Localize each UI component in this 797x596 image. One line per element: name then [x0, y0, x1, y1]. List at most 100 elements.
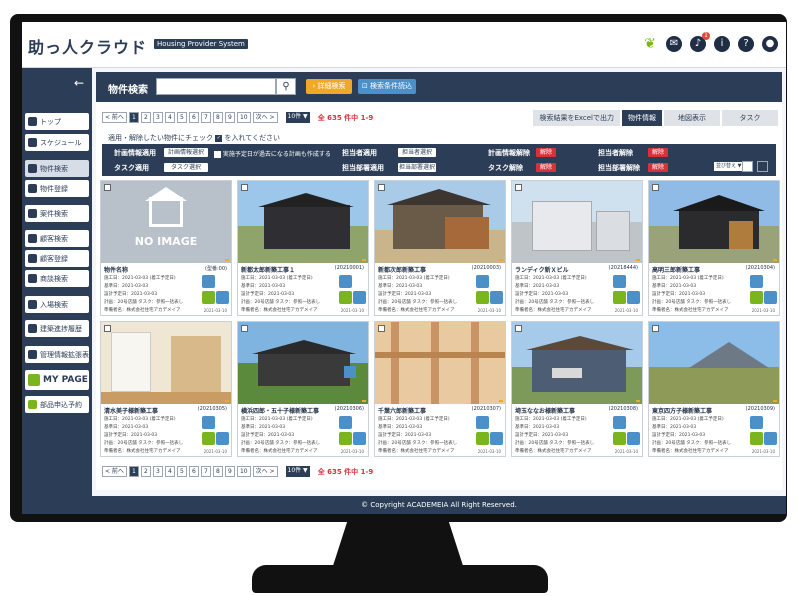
property-card[interactable]: 千葉六郎新築工事 (20210307) 施工日：2021-03-03 (着工予定日)… — [374, 321, 506, 457]
page-2[interactable]: 2 — [140, 112, 151, 123]
collapse-arrow-icon[interactable]: ← — [74, 76, 84, 90]
page-8[interactable]: 8 — [212, 112, 223, 123]
app-icon[interactable] — [353, 432, 366, 445]
sidebar-item-customer-register[interactable]: 顧客登録 — [25, 250, 89, 267]
search-input[interactable] — [156, 78, 276, 95]
leaf-icon[interactable] — [476, 291, 489, 304]
page-3[interactable]: 3 — [152, 466, 163, 477]
card-checkbox[interactable] — [104, 184, 111, 191]
info-icon[interactable]: i — [714, 36, 730, 52]
per-page-select[interactable]: 10件 ▼ — [285, 466, 310, 477]
sort-button[interactable]: 並び替え ▼ — [714, 162, 744, 171]
page-4[interactable]: 4 — [164, 112, 175, 123]
user-icon[interactable]: ● — [762, 36, 778, 52]
page-7[interactable]: 7 — [200, 466, 211, 477]
leaf-icon[interactable] — [476, 432, 489, 445]
app-icon[interactable] — [764, 291, 777, 304]
tab-property-info[interactable]: 物件情報 — [622, 110, 662, 126]
property-card[interactable]: NO IMAGE 物件名称 (型番:00) 施工日：2021-03-03 (着工予定日… — [100, 180, 232, 316]
sidebar-item-property-search[interactable]: 物件検索 — [25, 160, 89, 177]
card-checkbox[interactable] — [378, 184, 385, 191]
card-checkbox[interactable] — [652, 325, 659, 332]
property-name[interactable]: 清水美子様新築工事 — [104, 406, 158, 415]
property-name[interactable]: ランディク新Ｘビル — [515, 265, 569, 274]
touch-icon[interactable] — [202, 416, 215, 429]
page-6[interactable]: 6 — [188, 466, 199, 477]
leaf-icon[interactable] — [750, 291, 763, 304]
page-10[interactable]: 10 — [236, 466, 251, 477]
property-name[interactable]: 物件名称 — [104, 265, 128, 274]
plan-past-option[interactable]: 実施予定日が過去になる計画も作成する — [214, 149, 331, 158]
task-release-button[interactable]: 解除 — [536, 163, 556, 172]
leaf-icon[interactable] — [750, 432, 763, 445]
property-card[interactable]: 高明三郎新築工事 (20210304) 施工日：2021-03-03 (着工予定日)… — [648, 180, 780, 316]
list-view-icon[interactable] — [757, 161, 768, 172]
card-checkbox[interactable] — [241, 325, 248, 332]
page-5[interactable]: 5 — [176, 466, 187, 477]
property-card[interactable]: ランディク新Ｘビル (20218444) 施工日：2021-03-03 (着工予定日… — [511, 180, 643, 316]
page-1[interactable]: 1 — [128, 466, 139, 477]
app-logo[interactable]: 助っ人クラウド — [28, 34, 147, 58]
property-name[interactable]: 千葉六郎新築工事 — [378, 406, 426, 415]
touch-icon[interactable] — [750, 275, 763, 288]
prev-page-button[interactable]: < 前へ — [102, 112, 127, 123]
property-card[interactable]: 埼玉ななお様新築工事 (20210308) 施工日：2021-03-03 (着工予定… — [511, 321, 643, 457]
page-8[interactable]: 8 — [212, 466, 223, 477]
tab-map[interactable]: 地図表示 — [664, 110, 720, 126]
mypage-button[interactable]: MY PAGE — [25, 370, 89, 390]
sidebar-item-top[interactable]: トップ — [25, 113, 89, 130]
leaf-icon[interactable]: ❦ — [642, 36, 658, 52]
property-card[interactable]: 新都次郎新築工事 (20210003) 施工日：2021-03-03 (着工予定日)… — [374, 180, 506, 316]
property-photo[interactable] — [512, 322, 642, 404]
sidebar-item-admin[interactable]: 管理情報拡張表 — [25, 346, 89, 363]
leaf-icon[interactable] — [339, 432, 352, 445]
sidebar-item-progress[interactable]: 建築進捗履歴 — [25, 320, 89, 337]
card-checkbox[interactable] — [515, 184, 522, 191]
touch-icon[interactable] — [613, 416, 626, 429]
property-name[interactable]: 新都次郎新築工事 — [378, 265, 426, 274]
card-checkbox[interactable] — [104, 325, 111, 332]
sidebar-item-entry-search[interactable]: 入場検索 — [25, 296, 89, 313]
prev-page-button[interactable]: < 前へ — [102, 466, 127, 477]
page-2[interactable]: 2 — [140, 466, 151, 477]
staff-release-button[interactable]: 解除 — [648, 148, 668, 157]
sidebar-item-schedule[interactable]: スケジュール — [25, 134, 89, 151]
touch-icon[interactable] — [339, 275, 352, 288]
touch-icon[interactable] — [476, 416, 489, 429]
app-icon[interactable] — [216, 432, 229, 445]
dept-release-button[interactable]: 解除 — [648, 163, 668, 172]
property-name[interactable]: 新都太郎新築工事１ — [241, 265, 295, 274]
property-photo[interactable] — [238, 181, 368, 263]
touch-icon[interactable] — [476, 275, 489, 288]
property-name[interactable]: 高明三郎新築工事 — [652, 265, 700, 274]
property-name[interactable]: 埼玉ななお様新築工事 — [515, 406, 575, 415]
page-1[interactable]: 1 — [128, 112, 139, 123]
load-conditions-button[interactable]: ⊡ 検索条件読込 — [358, 79, 416, 94]
excel-export-button[interactable]: 検索結果をExcelで出力 — [533, 110, 620, 126]
app-icon[interactable] — [353, 291, 366, 304]
leaf-icon[interactable] — [202, 432, 215, 445]
property-name[interactable]: 東京四方子様新築工事 — [652, 406, 712, 415]
touch-icon[interactable] — [339, 416, 352, 429]
sidebar-item-order[interactable]: 部品申込予約 — [25, 396, 89, 413]
app-icon[interactable] — [764, 432, 777, 445]
property-card[interactable]: 横浜四郎・五十子様新築工事 (20210306) 施工日：2021-03-03 (着… — [237, 321, 369, 457]
plan-select-button[interactable]: 計画情報選択 — [164, 148, 208, 157]
staff-select-button[interactable]: 担当者選択 — [398, 148, 436, 157]
card-checkbox[interactable] — [515, 325, 522, 332]
card-checkbox[interactable] — [652, 184, 659, 191]
sidebar-item-customer-search[interactable]: 顧客検索 — [25, 230, 89, 247]
app-icon[interactable] — [216, 291, 229, 304]
bell-icon[interactable]: ♪ 1 — [690, 32, 710, 52]
page-9[interactable]: 9 — [224, 466, 235, 477]
page-9[interactable]: 9 — [224, 112, 235, 123]
touch-icon[interactable] — [202, 275, 215, 288]
card-checkbox[interactable] — [378, 325, 385, 332]
property-photo[interactable] — [649, 181, 779, 263]
property-photo[interactable] — [512, 181, 642, 263]
touch-icon[interactable] — [613, 275, 626, 288]
page-3[interactable]: 3 — [152, 112, 163, 123]
app-icon[interactable] — [627, 291, 640, 304]
page-10[interactable]: 10 — [236, 112, 251, 123]
plan-release-button[interactable]: 解除 — [536, 148, 556, 157]
